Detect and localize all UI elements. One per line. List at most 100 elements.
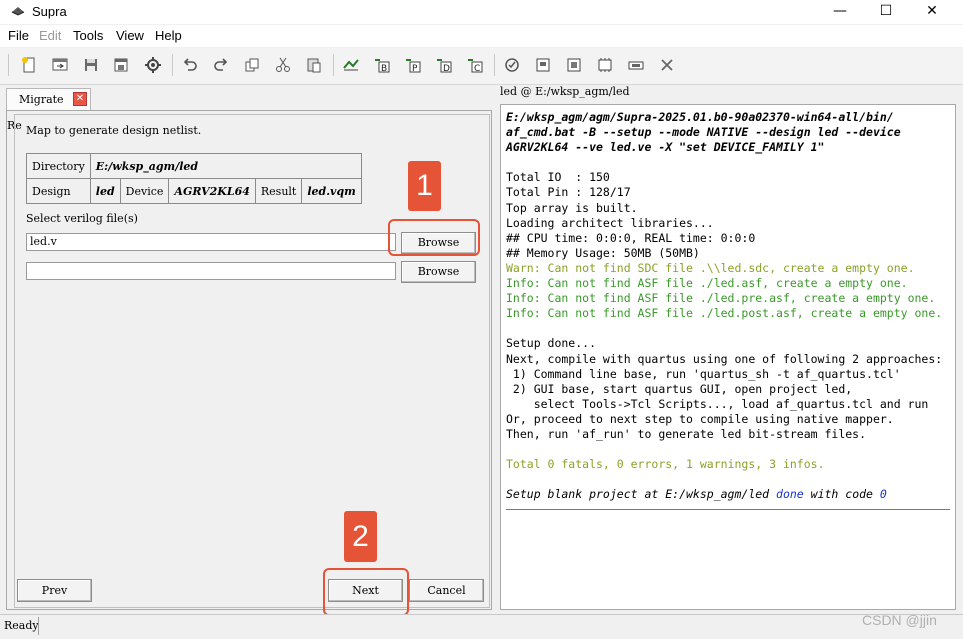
console-line: Info: Can not find ASF file ./led.post.a… xyxy=(506,306,943,321)
console-line: Info: Can not find ASF file ./led.pre.as… xyxy=(506,291,936,306)
design-value: led xyxy=(89,178,121,204)
menu-help[interactable]: Help xyxy=(155,28,182,43)
console-line: AGRV2KL64 --ve led.ve -X "set DEVICE_FAM… xyxy=(506,140,825,155)
verilog-file-input-1[interactable]: led.v xyxy=(26,233,396,251)
maximize-button[interactable]: ☐ xyxy=(863,0,909,24)
console-divider xyxy=(506,509,950,510)
chip-dots-icon[interactable] xyxy=(594,54,616,76)
directory-label: Directory xyxy=(26,153,91,179)
console-line: E:/wksp_agm/agm/Supra-2025.01.b0-90a0237… xyxy=(506,110,894,124)
chip-icon[interactable] xyxy=(563,54,585,76)
title-bar: Supra — ☐ ✕ xyxy=(0,0,963,24)
console-line: select Tools->Tcl Scripts..., load af_qu… xyxy=(506,396,929,411)
device-value: AGRV2KL64 xyxy=(168,178,256,204)
annotation-box-1 xyxy=(388,219,480,256)
toolbar-separator xyxy=(172,54,173,76)
minimize-button[interactable]: — xyxy=(817,0,863,24)
annotation-number-1: 1 xyxy=(408,161,441,211)
app-icon xyxy=(11,7,25,16)
console-final-mid: with code xyxy=(803,487,880,502)
toolbar: B P D C xyxy=(0,48,963,85)
console-line: Total Pin : 128/17 xyxy=(506,185,631,200)
console-line: 1) Command line base, run 'quartus_sh -t… xyxy=(506,366,901,381)
copy-icon[interactable] xyxy=(241,54,263,76)
paste-icon[interactable] xyxy=(303,54,325,76)
design-label: Design xyxy=(26,178,91,204)
device-label: Device xyxy=(119,178,170,204)
save-as-icon[interactable] xyxy=(110,54,132,76)
console-line: 2) GUI base, start quartus GUI, open pro… xyxy=(506,381,853,396)
directory-value: E:/wksp_agm/led xyxy=(89,153,362,179)
window-title: Supra xyxy=(32,4,67,19)
console-line: ## Memory Usage: 50MB (50MB) xyxy=(506,245,700,260)
console-line: Top array is built. xyxy=(506,200,638,215)
console-line: Next, compile with quartus using one of … xyxy=(506,351,943,366)
console-line: af_cmd.bat -B --setup --mode NATIVE --de… xyxy=(506,125,901,140)
console-output[interactable]: E:/wksp_agm/agm/Supra-2025.01.b0-90a0237… xyxy=(500,104,956,610)
save-icon[interactable] xyxy=(80,54,102,76)
project-info-table: Directory E:/wksp_agm/led Design led Dev… xyxy=(26,153,362,204)
toolbar-grip xyxy=(8,54,9,76)
result-value: led.vqm xyxy=(301,178,362,204)
console-line: Total IO : 150 xyxy=(506,170,610,185)
tab-migrate[interactable]: Migrate ✕ xyxy=(6,88,91,110)
run-p-icon[interactable]: P xyxy=(402,54,424,76)
console-line: Setup done... xyxy=(506,336,597,351)
redo-icon[interactable] xyxy=(210,54,232,76)
annotation-number-2: 2 xyxy=(344,511,377,562)
run-b-icon[interactable]: B xyxy=(371,54,393,76)
menu-edit[interactable]: Edit xyxy=(39,28,61,43)
svg-text:P: P xyxy=(412,64,418,74)
menu-tools[interactable]: Tools xyxy=(73,28,103,43)
toolbar-separator xyxy=(333,54,334,76)
cut-icon[interactable] xyxy=(272,54,294,76)
close-window-button[interactable]: ✕ xyxy=(909,0,955,24)
select-files-label: Select verilog file(s) xyxy=(26,212,138,225)
console-line: Warn: Can not find SDC file .\\led.sdc, … xyxy=(506,260,915,275)
svg-text:B: B xyxy=(381,64,387,74)
tab-close-icon[interactable]: ✕ xyxy=(73,92,87,106)
svg-text:C: C xyxy=(474,64,480,74)
status-text: Ready xyxy=(4,619,39,632)
run-c-icon[interactable]: C xyxy=(464,54,486,76)
prev-button[interactable]: Prev xyxy=(17,579,92,602)
run-d-icon[interactable]: D xyxy=(433,54,455,76)
status-separator xyxy=(38,617,39,635)
migrate-icon[interactable] xyxy=(340,54,362,76)
program-icon[interactable] xyxy=(532,54,554,76)
description-text: Map to generate design netlist. xyxy=(26,124,202,137)
console-line: ## CPU time: 0:0:0, REAL time: 0:0:0 xyxy=(506,230,756,245)
console-line: Or, proceed to next step to compile usin… xyxy=(506,411,894,426)
close-icon[interactable] xyxy=(656,54,678,76)
console-title: led @ E:/wksp_agm/led xyxy=(500,85,630,98)
verilog-file-input-2[interactable] xyxy=(26,262,396,280)
tab-migrate-label: Migrate xyxy=(19,93,64,106)
new-project-icon[interactable] xyxy=(18,54,40,76)
settings-icon[interactable] xyxy=(142,54,164,76)
browse-button-2[interactable]: Browse xyxy=(401,261,476,283)
svg-text:D: D xyxy=(443,64,450,74)
console-final-prefix: Setup blank project at E:/wksp_agm/led xyxy=(506,487,777,502)
device-icon[interactable] xyxy=(625,54,647,76)
console-line: Then, run 'af_run' to generate led bit-s… xyxy=(506,426,867,441)
console-line: Info: Can not find ASF file ./led.asf, c… xyxy=(506,276,908,291)
check-icon[interactable] xyxy=(501,54,523,76)
annotation-box-2 xyxy=(323,568,409,616)
console-lines: E:/wksp_agm/agm/Supra-2025.01.b0-90a0237… xyxy=(506,110,942,502)
open-project-icon[interactable] xyxy=(49,54,71,76)
console-line: Loading architect libraries... xyxy=(506,215,714,230)
cancel-button[interactable]: Cancel xyxy=(409,579,484,602)
result-label: Result xyxy=(254,178,303,204)
menu-view[interactable]: View xyxy=(116,28,144,43)
console-line: Total 0 fatals, 0 errors, 1 warnings, 3 … xyxy=(506,457,825,472)
toolbar-separator xyxy=(494,54,495,76)
menu-file[interactable]: File xyxy=(8,28,29,43)
menu-bar: File Edit Tools View Help xyxy=(0,25,963,47)
console-final-line: Setup blank project at E:/wksp_agm/led d… xyxy=(506,487,942,502)
undo-icon[interactable] xyxy=(179,54,201,76)
status-bar: Ready xyxy=(0,614,963,639)
